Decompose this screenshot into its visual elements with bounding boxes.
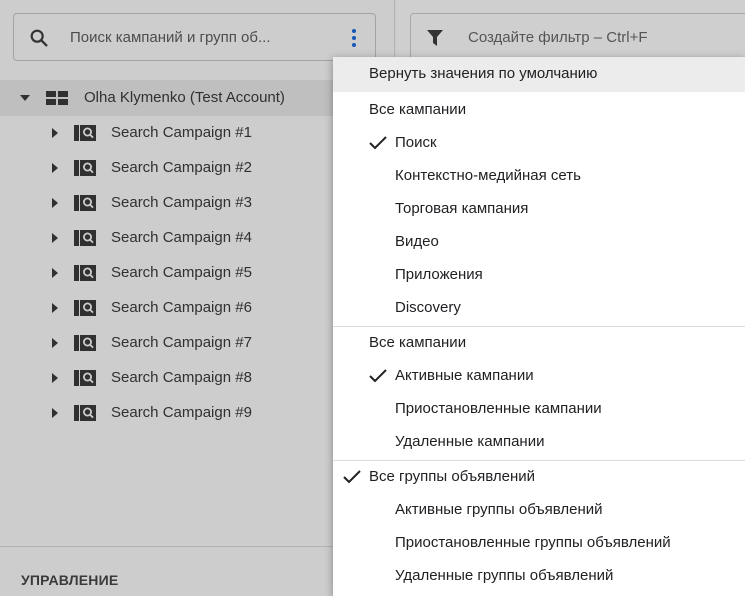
menu-item-all-campaigns-type[interactable]: Все кампании	[333, 94, 745, 127]
menu-item-label: Приостановленные группы объявлений	[395, 534, 671, 551]
campaign-label: Search Campaign #2	[111, 159, 252, 176]
menu-item-apps[interactable]: Приложения	[333, 259, 745, 292]
reset-defaults-item[interactable]: Вернуть значения по умолчанию	[333, 57, 745, 92]
expand-arrow-icon[interactable]	[52, 373, 58, 383]
reset-defaults-label: Вернуть значения по умолчанию	[369, 65, 598, 82]
check-icon	[369, 369, 387, 383]
menu-item-all-ad-groups[interactable]: Все группы объявлений	[333, 461, 745, 494]
campaign-label: Search Campaign #8	[111, 369, 252, 386]
expand-arrow-icon[interactable]	[52, 268, 58, 278]
more-options-button[interactable]	[338, 22, 370, 54]
check-icon	[343, 470, 361, 484]
menu-item-label: Discovery	[395, 299, 461, 316]
filter-input[interactable]: Создайте фильтр – Ctrl+F	[468, 29, 648, 46]
campaign-label: Search Campaign #1	[111, 124, 252, 141]
expand-arrow-icon[interactable]	[52, 303, 58, 313]
campaign-label: Search Campaign #3	[111, 194, 252, 211]
menu-item-paused-ad-groups[interactable]: Приостановленные группы объявлений	[333, 527, 745, 560]
menu-item-label: Активные группы объявлений	[395, 501, 603, 518]
menu-item-label: Приложения	[395, 266, 483, 283]
menu-item-label: Приостановленные кампании	[395, 400, 602, 417]
campaign-search-field[interactable]: Поиск кампаний и групп об...	[13, 13, 376, 61]
search-campaign-icon	[74, 265, 96, 281]
menu-item-label: Торговая кампания	[395, 200, 529, 217]
expand-arrow-icon[interactable]	[52, 198, 58, 208]
search-campaign-icon	[74, 230, 96, 246]
more-vert-icon-dot	[352, 36, 356, 40]
expand-arrow-icon[interactable]	[52, 338, 58, 348]
menu-item-active-campaigns[interactable]: Активные кампании	[333, 360, 745, 393]
expand-arrow-icon[interactable]	[52, 408, 58, 418]
filter-bar[interactable]: Создайте фильтр – Ctrl+F	[410, 13, 745, 61]
menu-item-label: Все кампании	[369, 334, 467, 351]
search-icon	[30, 29, 48, 47]
search-campaign-icon	[74, 335, 96, 351]
campaign-label: Search Campaign #7	[111, 334, 252, 351]
menu-item-label: Все группы объявлений	[369, 468, 536, 485]
search-campaign-icon	[74, 195, 96, 211]
menu-item-shopping[interactable]: Торговая кампания	[333, 193, 745, 226]
collapse-arrow-icon[interactable]	[20, 95, 30, 101]
menu-item-discovery[interactable]: Discovery	[333, 292, 745, 325]
more-vert-icon	[352, 29, 356, 33]
menu-item-all-campaigns-status[interactable]: Все кампании	[333, 327, 745, 360]
menu-item-label: Удаленные кампании	[395, 433, 545, 450]
check-icon	[369, 136, 387, 150]
search-campaign-icon	[74, 160, 96, 176]
search-campaign-icon	[74, 405, 96, 421]
menu-item-active-ad-groups[interactable]: Активные группы объявлений	[333, 494, 745, 527]
campaign-filter-menu: Вернуть значения по умолчанию Все кампан…	[333, 57, 745, 596]
menu-item-display-network[interactable]: Контекстно-медийная сеть	[333, 160, 745, 193]
menu-item-paused-campaigns[interactable]: Приостановленные кампании	[333, 393, 745, 426]
menu-item-label: Контекстно-медийная сеть	[395, 167, 581, 184]
expand-arrow-icon[interactable]	[52, 233, 58, 243]
manage-section-heading: УПРАВЛЕНИЕ	[21, 572, 119, 588]
menu-item-search[interactable]: Поиск	[333, 127, 745, 160]
menu-item-label: Видео	[395, 233, 439, 250]
campaign-label: Search Campaign #6	[111, 299, 252, 316]
campaign-label: Search Campaign #5	[111, 264, 252, 281]
search-campaign-icon	[74, 300, 96, 316]
menu-item-label: Поиск	[395, 134, 437, 151]
search-campaign-icon	[74, 370, 96, 386]
filter-icon	[427, 30, 443, 46]
menu-item-label: Все кампании	[369, 101, 467, 118]
campaign-label: Search Campaign #4	[111, 229, 252, 246]
search-input[interactable]: Поиск кампаний и групп об...	[70, 29, 271, 46]
menu-item-label: Удаленные группы объявлений	[395, 567, 614, 584]
account-grid-icon	[46, 91, 68, 105]
menu-item-label: Активные кампании	[395, 367, 534, 384]
menu-item-removed-campaigns[interactable]: Удаленные кампании	[333, 426, 745, 459]
menu-item-removed-ad-groups[interactable]: Удаленные группы объявлений	[333, 560, 745, 593]
account-label: Olha Klymenko (Test Account)	[84, 89, 285, 106]
menu-item-video[interactable]: Видео	[333, 226, 745, 259]
expand-arrow-icon[interactable]	[52, 163, 58, 173]
campaign-label: Search Campaign #9	[111, 404, 252, 421]
expand-arrow-icon[interactable]	[52, 128, 58, 138]
more-vert-icon-dot	[352, 43, 356, 47]
search-campaign-icon	[74, 125, 96, 141]
